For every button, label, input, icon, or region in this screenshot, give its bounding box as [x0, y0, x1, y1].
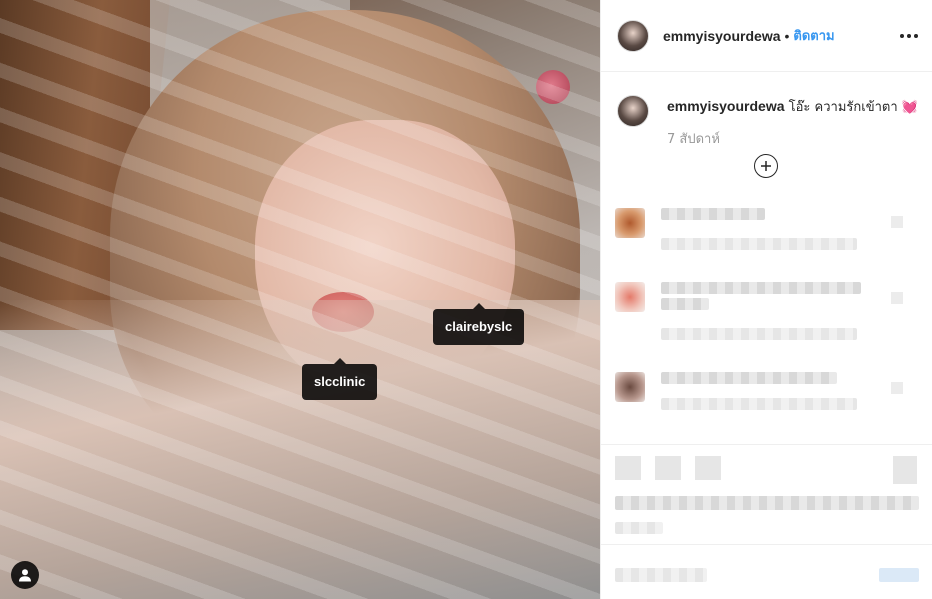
comment-item	[615, 372, 857, 410]
more-options-button[interactable]	[897, 26, 921, 46]
more-horizontal-icon	[900, 34, 904, 38]
comment-text-blur	[661, 328, 857, 340]
comment-avatar	[615, 372, 645, 402]
photo-tag-slcclinic[interactable]: slcclinic	[302, 358, 378, 400]
avatar[interactable]	[617, 19, 649, 52]
comment-like-blur	[891, 382, 903, 394]
share-icon[interactable]	[695, 456, 721, 480]
comment-username-blur	[661, 208, 765, 220]
light-stripes	[0, 0, 600, 599]
likes-blur	[615, 496, 919, 510]
bookmark-icon[interactable]	[893, 456, 917, 484]
comment-username-blur	[661, 372, 837, 384]
add-comment-blur[interactable]	[615, 568, 707, 582]
post-comment-button[interactable]	[879, 568, 919, 582]
photo-tag-clairebyslc[interactable]: clairebyslc	[433, 303, 525, 345]
divider	[601, 444, 932, 445]
more-horizontal-icon	[914, 34, 918, 38]
avatar[interactable]	[617, 95, 649, 127]
follow-button[interactable]: ติดตาม	[793, 25, 834, 46]
comment-text-blur	[661, 238, 857, 250]
caption-username[interactable]: emmyisyourdewa	[667, 98, 785, 114]
post-side-panel: emmyisyourdewa • ติดตาม emmyisyourdewa โ…	[600, 0, 932, 599]
post-photo[interactable]: clairebyslc slcclinic	[0, 0, 600, 599]
header-username[interactable]: emmyisyourdewa	[663, 28, 781, 44]
comment-username-blur	[661, 282, 861, 294]
header-separator: •	[784, 27, 790, 44]
comment-item	[615, 208, 857, 250]
action-bar-blur	[615, 456, 721, 480]
comment-username-blur	[661, 298, 709, 310]
caption-body: โอ๊ะ ความรักเข้าตา	[788, 100, 898, 115]
load-more-comments-button[interactable]	[754, 154, 778, 178]
post-timestamp[interactable]: 7 สัปดาห์	[667, 128, 720, 149]
plus-circle-icon	[761, 161, 771, 171]
comment-text-blur	[661, 398, 857, 410]
user-icon	[19, 569, 31, 582]
comment-like-blur	[891, 216, 903, 228]
instagram-post-modal: clairebyslc slcclinic emmyisyourdewa • ต…	[0, 0, 932, 599]
comment-avatar	[615, 282, 645, 312]
heart-emoji: 💓	[901, 100, 918, 115]
user-tags-button[interactable]	[11, 561, 39, 589]
photo-tag-label: clairebyslc	[445, 319, 513, 334]
like-icon[interactable]	[615, 456, 641, 480]
divider	[601, 544, 932, 545]
comment-body	[661, 282, 861, 340]
comment-icon[interactable]	[655, 456, 681, 480]
post-date-blur	[615, 522, 663, 534]
post-header: emmyisyourdewa • ติดตาม	[601, 0, 932, 72]
comment-body	[661, 372, 857, 410]
more-horizontal-icon	[907, 34, 911, 38]
comment-body	[661, 208, 857, 250]
comment-like-blur	[891, 292, 903, 304]
photo-tag-label: slcclinic	[314, 374, 366, 389]
comment-avatar	[615, 208, 645, 238]
caption-text: emmyisyourdewa โอ๊ะ ความรักเข้าตา 💓	[667, 97, 927, 117]
comment-item	[615, 282, 861, 340]
